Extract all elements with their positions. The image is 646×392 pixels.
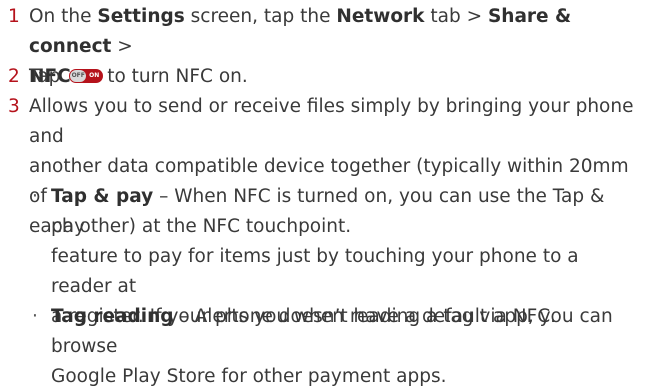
step-number: 1 [8, 6, 20, 27]
bullet-text: Tag reading – Alerts you when reading a … [51, 302, 639, 332]
text-fragment: On the [29, 6, 98, 27]
text-line: Google Play Store for other payment apps… [51, 366, 447, 387]
text-fragment: to turn NFC on. [107, 66, 248, 87]
bullet-dot: · [32, 306, 38, 327]
step-number: 3 [8, 96, 20, 117]
network-label: Network [336, 6, 425, 27]
toggle-off-label: OFF [70, 69, 87, 82]
toggle-on-label: ON [89, 71, 100, 79]
step-number: 2 [8, 66, 20, 87]
settings-label: Settings [97, 6, 185, 27]
text-line: Allows you to send or receive files simp… [29, 96, 634, 147]
text-fragment: > [111, 36, 133, 57]
nfc-toggle-icon: OFF ON [69, 68, 104, 83]
step-text: Tap OFF ON to turn NFC on. [29, 62, 639, 92]
text-line: feature to pay for items just by touchin… [51, 246, 579, 297]
text-fragment: Tap [29, 66, 61, 87]
text-fragment: screen, tap the [184, 6, 337, 27]
nfc-instructions: 1 On the Settings screen, tap the Networ… [0, 0, 646, 387]
bullet-title: Tap & pay [51, 186, 154, 207]
text-fragment: tab > [424, 6, 488, 27]
bullet-dot: · [32, 186, 38, 207]
bullet-text: Tap & pay – When NFC is turned on, you c… [51, 182, 639, 392]
bullet-title: Tag reading [51, 306, 174, 327]
text-fragment: – Alerts you when reading a tag via NFC. [173, 306, 557, 327]
